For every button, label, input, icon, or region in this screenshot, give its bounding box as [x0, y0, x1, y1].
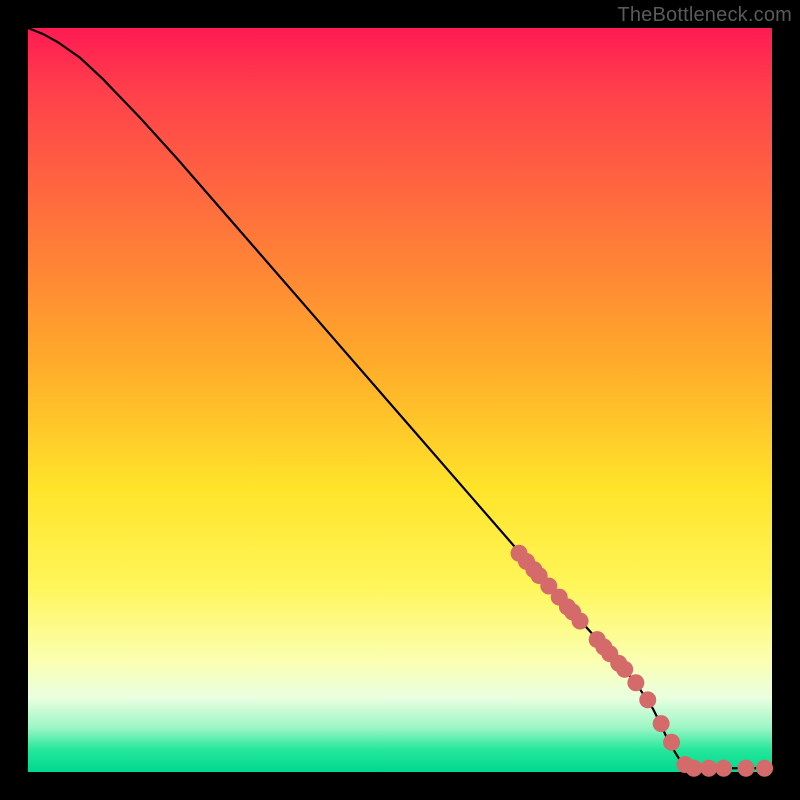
data-point-marker [572, 612, 589, 629]
data-point-marker [627, 674, 644, 691]
chart-overlay [28, 28, 772, 772]
data-point-marker [756, 760, 773, 777]
plot-area [28, 28, 772, 772]
data-point-marker [639, 691, 656, 708]
source-credit: TheBottleneck.com [617, 4, 792, 27]
data-point-marker [715, 760, 732, 777]
data-point-marker [616, 661, 633, 678]
data-point-marker [685, 760, 702, 777]
data-point-marker [737, 760, 754, 777]
bottleneck-curve [28, 28, 772, 768]
data-point-marker [700, 760, 717, 777]
data-point-marker [663, 734, 680, 751]
chart-stage: TheBottleneck.com [0, 0, 800, 800]
data-point-marker [653, 715, 670, 732]
